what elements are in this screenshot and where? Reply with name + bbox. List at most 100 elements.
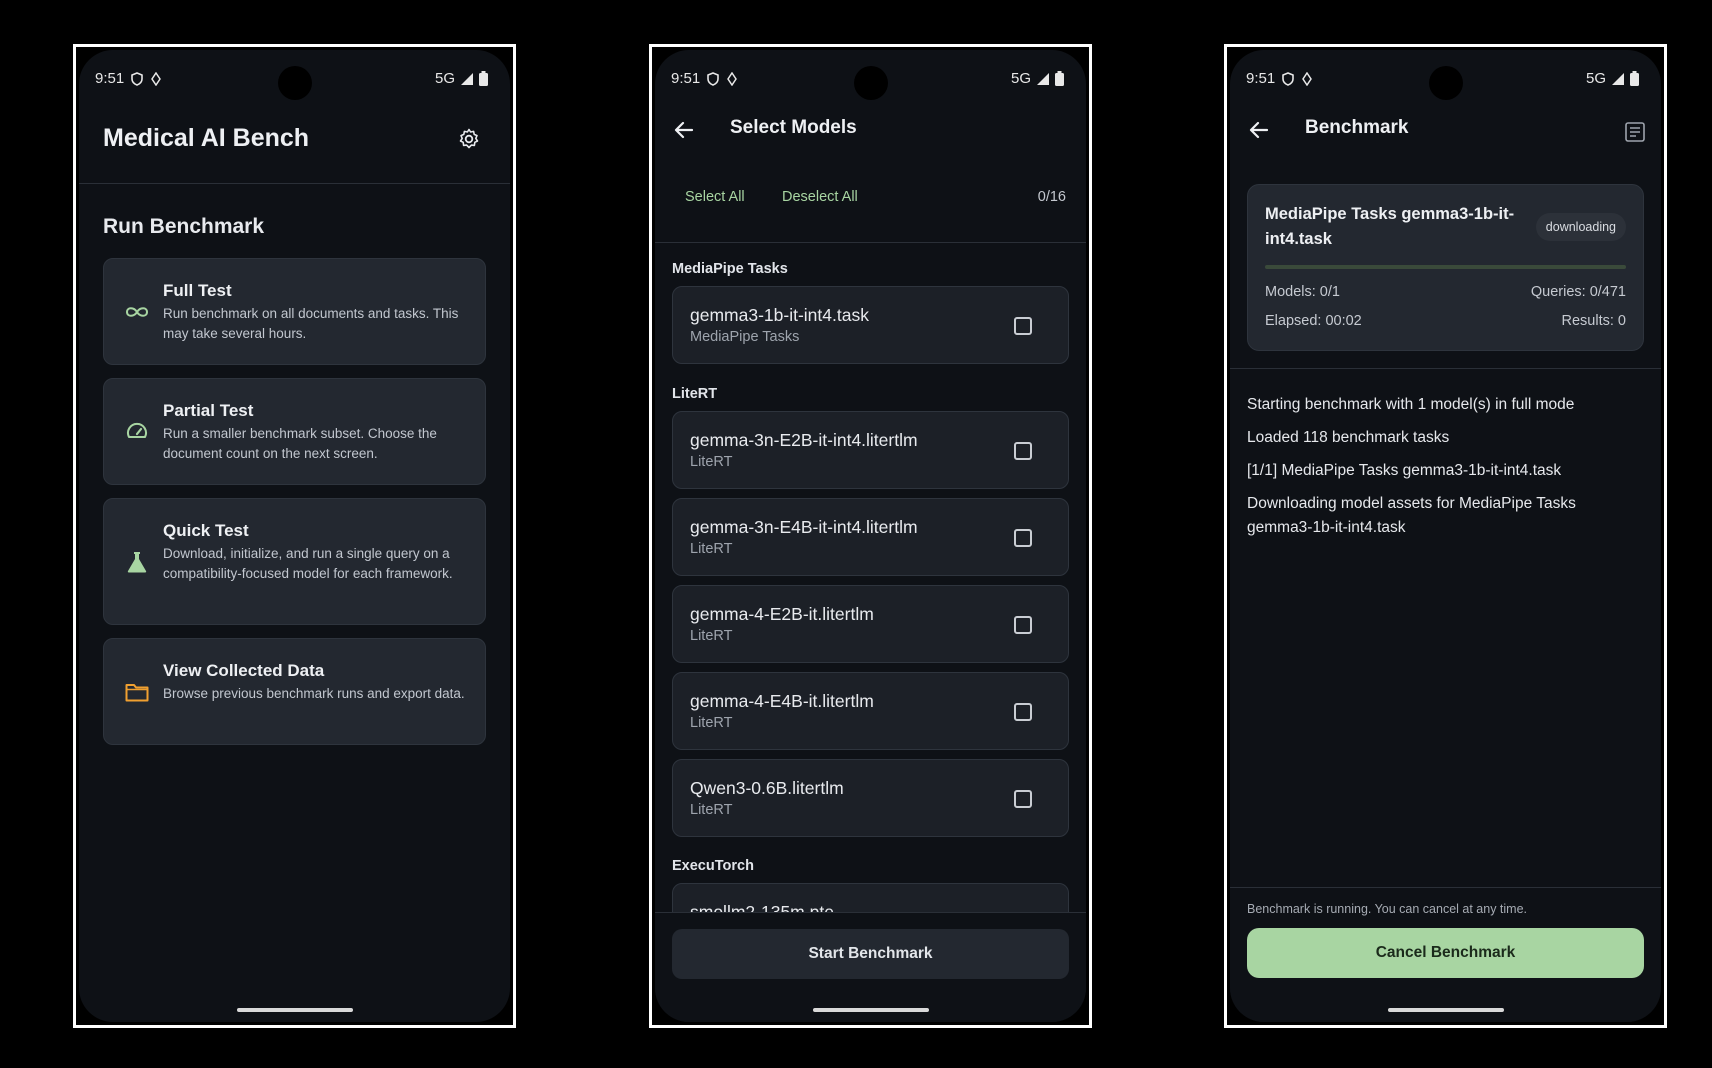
deselect-all-button[interactable]: Deselect All — [782, 189, 858, 205]
page-title: Select Models — [730, 117, 857, 138]
network-label: 5G — [434, 70, 455, 87]
model-item[interactable]: Qwen3-0.6B.litertlm LiteRT — [672, 759, 1069, 837]
folder-icon — [124, 679, 150, 705]
running-note: Benchmark is running. You can cancel at … — [1247, 902, 1528, 916]
home-screen: 9:51 5G Medical AI Bench Run Benchmark F… — [79, 50, 510, 1022]
battery-icon — [479, 71, 488, 86]
camera-cutout — [277, 66, 312, 100]
bottom-action-area: Benchmark is running. You can cancel at … — [1230, 887, 1661, 1022]
selection-counter: 0/16 — [1037, 189, 1066, 205]
view-data-card[interactable]: View Collected Data Browse previous benc… — [103, 638, 486, 745]
signal-icon — [1612, 72, 1624, 85]
signal-icon — [1037, 72, 1049, 85]
status-bar: 9:51 5G — [1230, 50, 1661, 100]
battery-icon — [1055, 71, 1064, 86]
card-description: Run a smaller benchmark subset. Choose t… — [163, 426, 437, 461]
card-title: View Collected Data — [163, 661, 325, 680]
model-checkbox[interactable] — [1014, 529, 1032, 547]
gauge-icon — [124, 419, 150, 445]
run-model-title: MediaPipe Tasks gemma3-1b-it-int4.task — [1265, 205, 1515, 248]
model-framework: LiteRT — [690, 541, 733, 557]
bottom-action-area: Start Benchmark — [655, 912, 1086, 1022]
partial-test-card[interactable]: Partial Test Run a smaller benchmark sub… — [103, 378, 486, 485]
log-line: Downloading model assets for MediaPipe T… — [1247, 495, 1576, 536]
back-button[interactable] — [1247, 118, 1273, 144]
phone-select-models: 9:51 5G Select Models Select All Deselec… — [649, 44, 1092, 1028]
signal-icon — [461, 72, 473, 85]
model-item[interactable]: gemma-3n-E4B-it-int4.litertlm LiteRT — [672, 498, 1069, 576]
status-badge: downloading — [1535, 213, 1626, 241]
results-stat: Results: 0 — [1561, 313, 1626, 329]
camera-cutout — [1428, 66, 1463, 100]
gesture-bar[interactable] — [812, 1008, 929, 1012]
model-item[interactable]: gemma-3n-E2B-it-int4.litertlm LiteRT — [672, 411, 1069, 489]
log-view-button[interactable] — [1623, 120, 1647, 144]
select-all-button[interactable]: Select All — [685, 189, 745, 205]
benchmark-log: Starting benchmark with 1 model(s) in fu… — [1247, 393, 1644, 549]
cancel-benchmark-button[interactable]: Cancel Benchmark — [1247, 928, 1644, 978]
full-test-card[interactable]: Full Test Run benchmark on all documents… — [103, 258, 486, 365]
model-name: gemma3-1b-it-int4.task — [690, 305, 869, 325]
location-icon — [1302, 71, 1313, 86]
model-name: Qwen3-0.6B.litertlm — [690, 778, 844, 798]
phone-home: 9:51 5G Medical AI Bench Run Benchmark F… — [73, 44, 516, 1028]
card-title: Partial Test — [163, 401, 254, 420]
settings-button[interactable] — [456, 126, 482, 152]
model-framework: LiteRT — [690, 454, 733, 470]
quick-test-card[interactable]: Quick Test Download, initialize, and run… — [103, 498, 486, 625]
card-description: Run benchmark on all documents and tasks… — [163, 306, 459, 341]
gear-icon — [459, 128, 479, 149]
model-name: gemma-4-E4B-it.litertlm — [690, 691, 874, 711]
log-line: Starting benchmark with 1 model(s) in fu… — [1247, 396, 1575, 413]
model-framework: MediaPipe Tasks — [690, 329, 800, 345]
card-divider — [1230, 368, 1661, 369]
network-label: 5G — [1010, 70, 1031, 87]
model-checkbox[interactable] — [1014, 790, 1032, 808]
document-icon — [1625, 122, 1645, 142]
benchmark-screen: 9:51 5G Benchmark MediaPipe Tasks gemma3… — [1230, 50, 1661, 1022]
model-item[interactable]: gemma-4-E4B-it.litertlm LiteRT — [672, 672, 1069, 750]
start-benchmark-button[interactable]: Start Benchmark — [672, 929, 1069, 979]
status-bar: 9:51 5G — [655, 50, 1086, 100]
status-time: 9:51 — [671, 70, 701, 87]
group-heading-executorch: ExecuTorch — [672, 858, 754, 874]
progress-bar — [1265, 265, 1626, 269]
log-line: Loaded 118 benchmark tasks — [1247, 429, 1450, 446]
model-name: gemma-3n-E2B-it-int4.litertlm — [690, 430, 918, 450]
status-time: 9:51 — [1246, 70, 1276, 87]
group-heading-litert: LiteRT — [672, 386, 718, 402]
model-checkbox[interactable] — [1014, 616, 1032, 634]
shield-icon — [131, 71, 144, 86]
model-checkbox[interactable] — [1014, 317, 1032, 335]
network-label: 5G — [1585, 70, 1606, 87]
header-divider — [79, 183, 510, 184]
model-item[interactable]: gemma3-1b-it-int4.task MediaPipe Tasks — [672, 286, 1069, 364]
card-description: Download, initialize, and run a single q… — [163, 546, 453, 581]
model-name: gemma-4-E2B-it.litertlm — [690, 604, 874, 624]
arrow-left-icon — [1249, 121, 1269, 139]
select-screen: 9:51 5G Select Models Select All Deselec… — [655, 50, 1086, 1022]
shield-icon — [1282, 71, 1295, 86]
status-bar: 9:51 5G — [79, 50, 510, 100]
models-stat: Models: 0/1 — [1265, 284, 1340, 300]
model-item[interactable]: gemma-4-E2B-it.litertlm LiteRT — [672, 585, 1069, 663]
gesture-bar[interactable] — [1387, 1008, 1504, 1012]
section-heading: Run Benchmark — [103, 215, 265, 238]
back-button[interactable] — [672, 118, 698, 144]
arrow-left-icon — [674, 121, 694, 139]
model-checkbox[interactable] — [1014, 703, 1032, 721]
run-status-card: MediaPipe Tasks gemma3-1b-it-int4.task d… — [1247, 184, 1644, 351]
app-title: Medical AI Bench — [103, 124, 310, 152]
queries-stat: Queries: 0/471 — [1530, 284, 1626, 300]
page-title: Benchmark — [1305, 117, 1409, 138]
model-framework: LiteRT — [690, 802, 733, 818]
model-checkbox[interactable] — [1014, 442, 1032, 460]
elapsed-stat: Elapsed: 00:02 — [1265, 313, 1362, 329]
phone-benchmark: 9:51 5G Benchmark MediaPipe Tasks gemma3… — [1224, 44, 1667, 1028]
group-heading-mediapipe: MediaPipe Tasks — [672, 261, 788, 277]
log-line: [1/1] MediaPipe Tasks gemma3-1b-it-int4.… — [1247, 462, 1562, 479]
location-icon — [151, 71, 162, 86]
gesture-bar[interactable] — [236, 1008, 353, 1012]
card-title: Full Test — [163, 281, 232, 300]
battery-icon — [1630, 71, 1639, 86]
